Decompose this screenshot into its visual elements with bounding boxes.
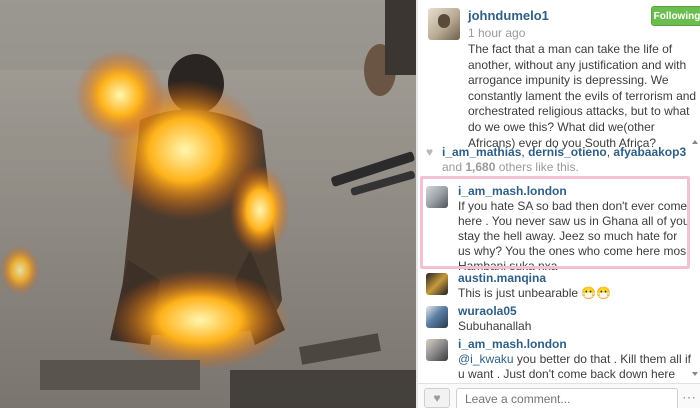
- avatar[interactable]: [426, 306, 448, 328]
- comment-text: Subuhanallah: [458, 319, 532, 333]
- avatar[interactable]: [428, 8, 460, 40]
- comment-username[interactable]: wuraola05: [458, 304, 517, 318]
- comment-text: This is just unbearable 😷😷: [458, 286, 612, 300]
- post-time: 1 hour ago: [468, 26, 526, 40]
- scrollbar[interactable]: [690, 0, 700, 408]
- avatar[interactable]: [426, 339, 448, 361]
- likes-count[interactable]: 1,680: [465, 160, 495, 174]
- scroll-down-icon[interactable]: [692, 372, 698, 376]
- more-options-button[interactable]: ⋯: [682, 388, 696, 408]
- liker-link[interactable]: afyabaakop3: [613, 145, 686, 159]
- liker-link[interactable]: i_am_mathias: [442, 145, 521, 159]
- comment-mention[interactable]: @i_kwaku: [458, 352, 514, 366]
- heart-icon: ♥: [426, 145, 434, 159]
- avatar[interactable]: [426, 273, 448, 295]
- post-caption: The fact that a man can take the life of…: [468, 42, 697, 150]
- likes-and: and: [442, 160, 463, 174]
- comment-input[interactable]: [456, 388, 678, 408]
- like-button[interactable]: ♥: [424, 388, 450, 408]
- burning-man-photo: [0, 0, 416, 408]
- highlight-box: [420, 176, 690, 269]
- scroll-up-icon[interactable]: [692, 140, 698, 144]
- comment-text: @i_kwaku you better do that . Kill them …: [458, 352, 692, 382]
- likes-text: i_am_mathias, dernis_otieno, afyabaakop3…: [442, 145, 687, 174]
- comment-username[interactable]: i_am_mash.london: [458, 337, 567, 351]
- liker-link[interactable]: dernis_otieno: [528, 145, 607, 159]
- comment-bar: ♥ ⋯: [418, 383, 700, 408]
- post-photo: [0, 0, 416, 408]
- heart-icon: ♥: [433, 391, 441, 405]
- post-username[interactable]: johndumelo1: [468, 8, 549, 23]
- comment-username[interactable]: austin.manqina: [458, 271, 546, 285]
- likes-others: others like this.: [498, 160, 579, 174]
